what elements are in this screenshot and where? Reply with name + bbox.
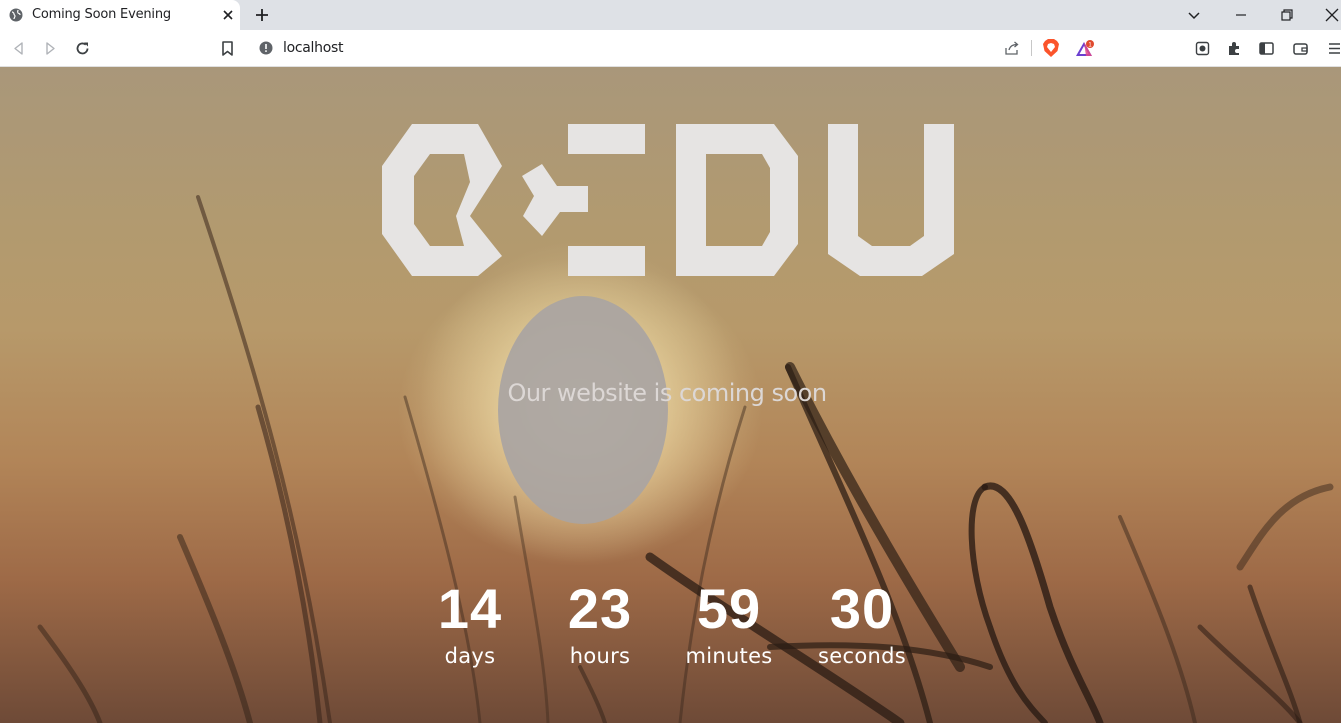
countdown-hours: 23 hours bbox=[556, 579, 644, 669]
countdown-days: 14 days bbox=[432, 579, 508, 669]
extensions-icon[interactable] bbox=[1226, 40, 1243, 57]
countdown-seconds: 30 seconds bbox=[814, 579, 910, 669]
reload-icon[interactable] bbox=[74, 40, 91, 57]
countdown-value: 59 bbox=[696, 577, 762, 640]
browser-toolbar: localhost 1 bbox=[0, 30, 1341, 67]
countdown-value: 30 bbox=[829, 577, 895, 640]
divider bbox=[1031, 40, 1032, 56]
menu-icon[interactable] bbox=[1326, 40, 1341, 57]
share-icon[interactable] bbox=[1004, 40, 1020, 56]
forward-icon[interactable] bbox=[42, 40, 59, 57]
page-viewport: Our website is coming soon 14 days 23 ho… bbox=[0, 67, 1341, 723]
wallet-icon[interactable] bbox=[1292, 40, 1309, 57]
url-text: localhost bbox=[283, 40, 344, 56]
countdown-value: 14 bbox=[437, 577, 503, 640]
globe-icon bbox=[9, 8, 23, 22]
address-bar[interactable]: localhost 1 bbox=[250, 34, 1102, 62]
screenshot-icon[interactable] bbox=[1194, 40, 1211, 57]
tab-strip: Coming Soon Evening bbox=[0, 0, 1341, 30]
countdown-minutes: 59 minutes bbox=[682, 579, 776, 669]
new-tab-icon[interactable] bbox=[254, 7, 270, 23]
bookmark-icon[interactable] bbox=[219, 40, 236, 57]
close-tab-icon[interactable] bbox=[221, 8, 235, 22]
countdown-label: seconds bbox=[818, 644, 906, 668]
close-window-icon[interactable] bbox=[1324, 7, 1340, 23]
countdown-label: days bbox=[444, 644, 496, 668]
brave-rewards-icon[interactable]: 1 bbox=[1075, 40, 1095, 58]
restore-icon[interactable] bbox=[1279, 7, 1295, 23]
back-icon[interactable] bbox=[10, 40, 27, 57]
tab-search-chevron-icon[interactable] bbox=[1186, 7, 1202, 23]
countdown-label: hours bbox=[569, 644, 631, 668]
site-info-icon[interactable] bbox=[259, 41, 273, 55]
countdown-value: 23 bbox=[567, 577, 633, 640]
countdown-label: minutes bbox=[685, 644, 773, 668]
brave-shields-icon[interactable] bbox=[1042, 38, 1060, 58]
tab-title: Coming Soon Evening bbox=[32, 7, 171, 22]
bedu-logo bbox=[382, 124, 954, 276]
tagline: Our website is coming soon bbox=[507, 379, 827, 407]
sidebar-icon[interactable] bbox=[1258, 40, 1275, 57]
minimize-icon[interactable] bbox=[1233, 7, 1249, 23]
browser-tab[interactable]: Coming Soon Evening bbox=[0, 0, 240, 30]
